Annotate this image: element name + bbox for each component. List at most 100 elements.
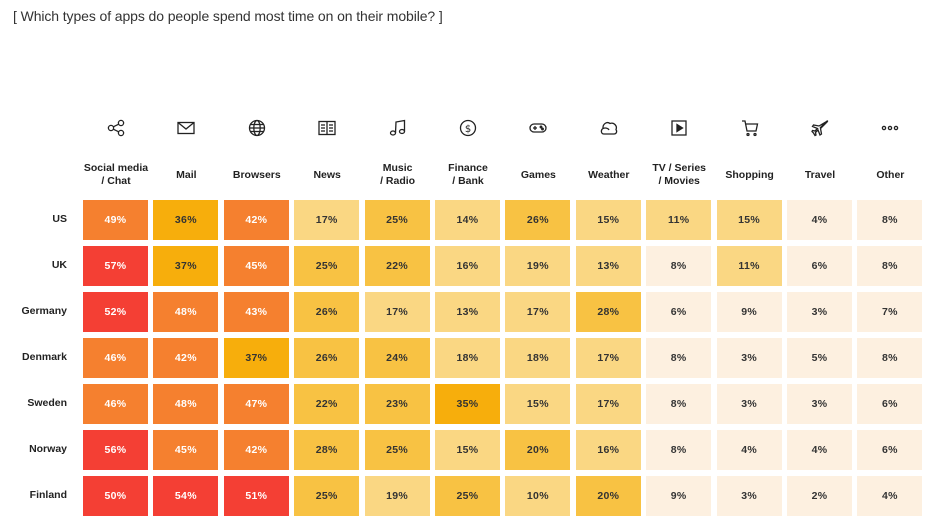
column-header: Music / Radio: [365, 116, 431, 187]
heatmap-cell: 6%: [857, 384, 923, 424]
heatmap-cell: 48%: [153, 384, 219, 424]
globe-icon: [224, 116, 290, 140]
heatmap-cell: 35%: [435, 384, 500, 424]
heatmap-cell: 20%: [505, 430, 571, 470]
svg-text:$: $: [465, 124, 471, 135]
heatmap-cell: 26%: [505, 200, 571, 240]
heatmap-cell: 17%: [505, 292, 571, 332]
heatmap-cell: 13%: [435, 292, 500, 332]
heatmap-cell: 20%: [575, 476, 641, 516]
column-header: $ Finance / Bank: [435, 116, 501, 187]
row-label: US: [52, 213, 67, 225]
heatmap-cell: 18%: [505, 338, 571, 378]
heatmap-cell: 8%: [646, 430, 712, 470]
heatmap-cell: 8%: [646, 338, 712, 378]
heatmap-cell: 17%: [575, 384, 641, 424]
heatmap-cell: 19%: [505, 246, 571, 286]
heatmap-cell: 17%: [364, 292, 430, 332]
heatmap-cell: 22%: [294, 384, 360, 424]
heatmap-cell: 25%: [294, 476, 360, 516]
heatmap-cell: 25%: [294, 246, 360, 286]
play-icon: [646, 116, 712, 140]
heatmap-cell: 42%: [223, 430, 289, 470]
row-label: Sweden: [27, 397, 67, 409]
heatmap-cell: 56%: [83, 430, 148, 470]
row-label: Finland: [29, 489, 67, 501]
heatmap-cell: 11%: [646, 200, 712, 240]
heatmap-cell: 42%: [153, 338, 219, 378]
heatmap-cell: 37%: [153, 246, 219, 286]
heatmap-cell: 7%: [857, 292, 923, 332]
heatmap-cell: 48%: [153, 292, 219, 332]
heatmap-cell: 4%: [857, 476, 923, 516]
row-label: UK: [51, 259, 67, 271]
heatmap-cell: 47%: [223, 384, 289, 424]
row-label: Germany: [21, 305, 67, 317]
column-header: News: [294, 116, 360, 181]
heatmap-cell: 15%: [575, 200, 641, 240]
cloud-icon: [576, 116, 642, 140]
heatmap-cell: 8%: [857, 246, 923, 286]
airplane-icon: [787, 116, 853, 140]
heatmap-cell: 28%: [294, 430, 360, 470]
heatmap-cell: 15%: [505, 384, 571, 424]
heatmap-cell: 3%: [787, 384, 852, 424]
row-label: Denmark: [22, 351, 67, 363]
heatmap-cell: 45%: [223, 246, 289, 286]
heatmap-cell: 43%: [223, 292, 289, 332]
heatmap-cell: 22%: [364, 246, 430, 286]
heatmap-cell: 9%: [716, 292, 782, 332]
heatmap-cell: 16%: [435, 246, 500, 286]
gamepad-icon: [505, 116, 571, 140]
column-label: Other: [876, 168, 905, 181]
heatmap-cell: 17%: [575, 338, 641, 378]
heatmap-cell: 15%: [716, 200, 782, 240]
mail-icon: [153, 116, 219, 140]
column-header: Travel: [787, 116, 853, 181]
heatmap-cell: 42%: [223, 200, 289, 240]
chart-title: [ Which types of apps do people spend mo…: [13, 8, 443, 24]
column-header: Mail: [153, 116, 219, 181]
heatmap-cell: 50%: [83, 476, 148, 516]
heatmap-cell: 3%: [716, 384, 782, 424]
heatmap-cell: 6%: [857, 430, 923, 470]
share-icon: [83, 116, 149, 140]
heatmap-cell: 26%: [294, 338, 360, 378]
column-header: Social media / Chat: [83, 116, 149, 187]
heatmap-cell: 49%: [83, 200, 148, 240]
heatmap-cell: 5%: [787, 338, 852, 378]
column-header: Browsers: [224, 116, 290, 181]
heatmap-cell: 18%: [435, 338, 500, 378]
heatmap-cell: 54%: [153, 476, 219, 516]
heatmap-cell: 26%: [294, 292, 360, 332]
heatmap-cell: 6%: [787, 246, 852, 286]
heatmap-cell: 15%: [435, 430, 500, 470]
heatmap-cell: 19%: [364, 476, 430, 516]
heatmap-cell: 13%: [575, 246, 641, 286]
heatmap-cell: 3%: [716, 476, 782, 516]
heatmap-cell: 3%: [716, 338, 782, 378]
dollar-icon: $: [435, 116, 501, 140]
column-header: TV / Series / Movies: [646, 116, 712, 187]
heatmap-cell: 9%: [646, 476, 712, 516]
column-header: Shopping: [717, 116, 783, 181]
heatmap-cell: 52%: [83, 292, 148, 332]
heatmap-cell: 25%: [435, 476, 500, 516]
heatmap-cell: 8%: [646, 246, 712, 286]
heatmap-cell: 24%: [364, 338, 430, 378]
dots-icon: [857, 116, 923, 140]
heatmap-cell: 8%: [857, 338, 923, 378]
heatmap-cell: 45%: [153, 430, 219, 470]
row-label: Norway: [29, 443, 67, 455]
heatmap-cell: 37%: [223, 338, 289, 378]
heatmap-cell: 25%: [364, 200, 430, 240]
heatmap-cell: 8%: [857, 200, 923, 240]
book-icon: [294, 116, 360, 140]
heatmap-cell: 23%: [364, 384, 430, 424]
heatmap-cell: 2%: [787, 476, 852, 516]
heatmap-cell: 6%: [646, 292, 712, 332]
heatmap-cell: 4%: [787, 200, 852, 240]
heatmap-cell: 8%: [646, 384, 712, 424]
heatmap-cell: 51%: [223, 476, 289, 516]
heatmap-cell: 46%: [83, 338, 148, 378]
